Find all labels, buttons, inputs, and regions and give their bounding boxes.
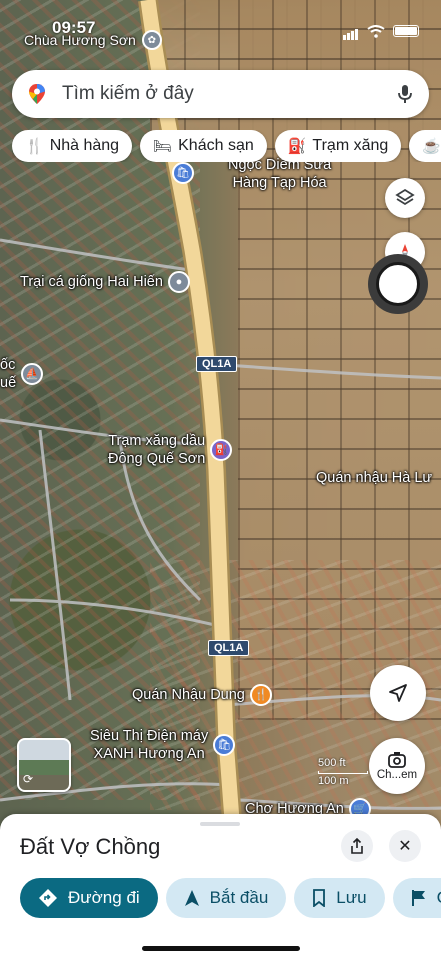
street-view-thumbnail[interactable]: ⟳ <box>17 738 71 792</box>
action-label: Đường đi <box>68 888 140 907</box>
camera-label: Ch...em <box>376 769 418 781</box>
category-chips: 🍴 Nhà hàng 🛏 Khách sạn ⛽ Trạm xăng ☕ C <box>12 130 441 162</box>
start-button[interactable]: Bắt đầu <box>165 878 287 918</box>
restaurant-icon: 🍴 <box>25 138 44 155</box>
chip-hotels[interactable]: 🛏 Khách sạn <box>140 130 267 162</box>
close-button[interactable]: ✕ <box>389 830 421 862</box>
save-button[interactable]: Lưu <box>294 878 385 918</box>
poi-label: Trạm xăng dầu Đông Quế Sơn <box>108 433 206 467</box>
chip-restaurants[interactable]: 🍴 Nhà hàng <box>12 130 133 162</box>
more-action-button[interactable]: C <box>392 878 441 918</box>
navigation-arrow-icon <box>389 684 407 702</box>
gas-station-icon: ⛽ <box>210 439 233 461</box>
poi-label: Trại cá giống Hai Hiến <box>20 274 163 290</box>
close-icon: ✕ <box>398 838 412 855</box>
poi-label: Quán Nhậu Dung <box>132 687 245 703</box>
directions-icon <box>39 889 57 907</box>
shopping-bag-icon: 🛍 <box>213 734 236 756</box>
chip-gas-stations[interactable]: ⛽ Trạm xăng <box>274 130 402 162</box>
navigation-arrow-icon <box>184 890 199 906</box>
screen-record-button[interactable] <box>368 254 428 314</box>
restaurant-icon: 🍴 <box>249 684 272 706</box>
record-icon <box>376 262 420 306</box>
chip-label: Trạm xăng <box>312 137 389 154</box>
scale-label-ft: 500 ft <box>318 757 346 769</box>
building-icon: ⛵ <box>21 363 44 385</box>
route-label: QL1A <box>208 640 250 656</box>
poi-label: ốc uế <box>0 357 17 391</box>
wifi-icon <box>367 24 385 38</box>
share-icon <box>351 838 363 854</box>
bookmark-icon <box>313 889 326 907</box>
directions-button[interactable]: Đường đi <box>20 878 158 918</box>
scale-label-m: 100 m <box>318 775 349 787</box>
scale-bar <box>318 771 368 774</box>
action-label: Bắt đầu <box>209 888 269 907</box>
rotate-360-icon: ⟳ <box>23 772 34 786</box>
route-label: QL1A <box>196 356 238 372</box>
poi-label: Quán nhậu Hà Lư <box>316 470 433 486</box>
action-label: Lưu <box>336 888 367 907</box>
map-scale: 500 ft 100 m <box>318 757 368 788</box>
microphone-icon[interactable] <box>395 84 415 104</box>
poi-label: Siêu Thị Điện máy XANH Hương An <box>90 728 209 762</box>
chip-label: Nhà hàng <box>49 137 120 154</box>
place-title: Đất Vợ Chồng <box>20 834 161 859</box>
battery-icon <box>393 25 419 37</box>
hotel-icon: 🛏 <box>153 138 173 155</box>
layers-icon <box>395 188 415 206</box>
place-pin-icon: ● <box>167 271 190 293</box>
action-label: C <box>437 888 441 908</box>
poi-tram-xang[interactable]: Trạm xăng dầu Đông Quế Sơn ⛽ <box>108 432 233 468</box>
poi-quan-nhau-dung[interactable]: Quán Nhậu Dung 🍴 <box>132 684 272 706</box>
poi-sieu-thi[interactable]: Siêu Thị Điện máy XANH Hương An 🛍 <box>90 727 236 763</box>
poi-label: Chùa Hương Sơn <box>24 32 136 48</box>
shopping-bag-icon: 🛍 <box>172 162 194 184</box>
share-button[interactable] <box>341 830 373 862</box>
home-indicator[interactable] <box>142 946 300 951</box>
poi-quan-nhau-ha-luu[interactable]: Quán nhậu Hà Lư <box>316 469 432 487</box>
poi-chua-huong-son[interactable]: Chùa Hương Sơn ✿ <box>24 30 162 50</box>
temple-icon: ✿ <box>141 30 162 50</box>
camera-search-button[interactable]: Ch...em <box>369 738 425 794</box>
google-maps-logo-icon <box>29 84 45 104</box>
signal-icon <box>343 22 359 40</box>
poi-trai-ca[interactable]: Trại cá giống Hai Hiến ● <box>20 271 190 293</box>
flag-icon <box>411 890 425 906</box>
place-actions: Đường đi Bắt đầu Lưu C <box>20 878 441 918</box>
system-icons <box>343 22 419 40</box>
my-location-button[interactable] <box>370 665 426 721</box>
chip-label: Khách sạn <box>178 137 254 154</box>
layers-button[interactable] <box>385 178 425 218</box>
coffee-icon: ☕ <box>422 138 441 155</box>
search-input[interactable]: Tìm kiếm ở đây <box>62 83 395 105</box>
lens-camera-icon <box>388 752 406 768</box>
sheet-drag-handle[interactable] <box>200 822 240 826</box>
chip-coffee[interactable]: ☕ C <box>409 130 441 162</box>
gas-station-icon: ⛽ <box>287 138 307 155</box>
search-bar[interactable]: Tìm kiếm ở đây <box>12 70 429 118</box>
poi-oc-que[interactable]: ốc uế ⛵ <box>0 356 44 392</box>
